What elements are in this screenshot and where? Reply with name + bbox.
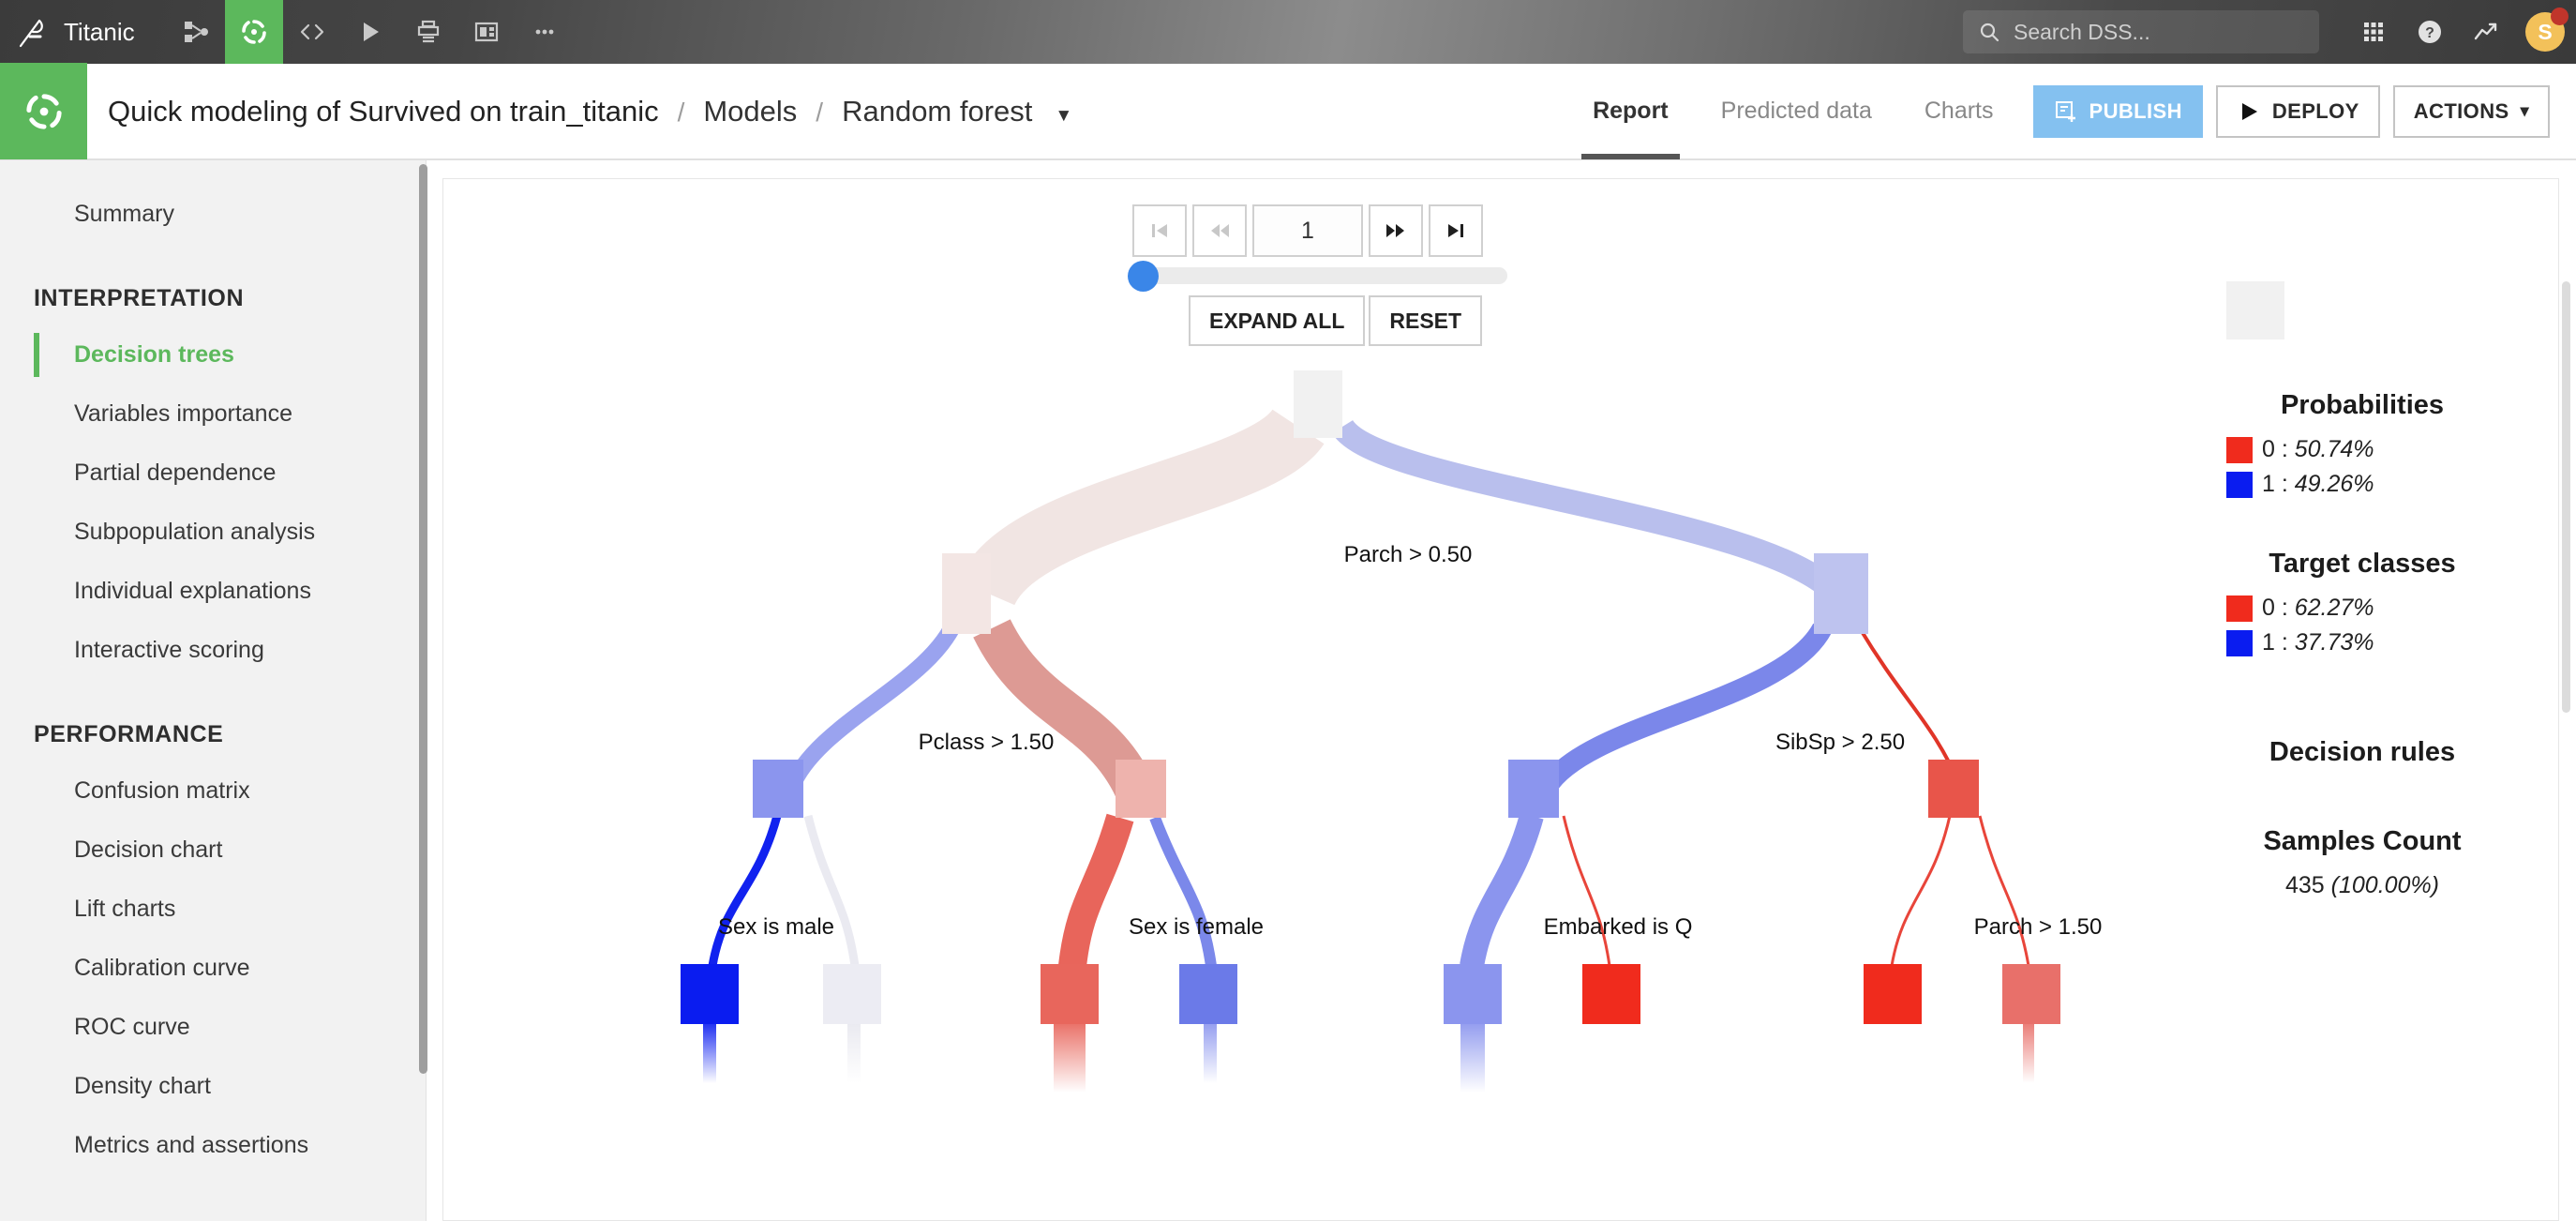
legend-target-class-1: 1 : 37.73% (2262, 629, 2374, 656)
content-scrollbar[interactable] (2562, 281, 2570, 713)
page-header: Quick modeling of Survived on train_tita… (0, 63, 2576, 160)
actions-label: ACTIONS (2413, 98, 2509, 123)
left-sidebar: Summary INTERPRETATION Decision trees Va… (0, 160, 427, 1221)
sidebar-item-confusion-matrix[interactable]: Confusion matrix (0, 761, 426, 821)
publish-icon (2055, 100, 2075, 122)
apps-grid-icon[interactable] (2345, 0, 2402, 64)
breadcrumb-separator-1: / (677, 97, 685, 127)
actions-button[interactable]: ACTIONS ▾ (2392, 84, 2550, 138)
deploy-button[interactable]: DEPLOY (2215, 84, 2380, 138)
tree-label-embarked-is-q: Embarked is Q (1543, 914, 1693, 940)
sidebar-item-summary[interactable]: Summary (0, 185, 426, 244)
automation-icon[interactable] (399, 0, 457, 64)
legend-decision-rules-title: Decision rules (2269, 737, 2456, 767)
sidebar-item-roc-curve[interactable]: ROC curve (0, 998, 426, 1057)
sidebar-group-interpretation: INTERPRETATION (34, 285, 245, 311)
tree-depth-slider-thumb[interactable] (1128, 261, 1159, 292)
tree-label-right-split: SibSp > 2.50 (1775, 730, 1906, 755)
publish-label: PUBLISH (2089, 98, 2182, 123)
chevron-down-icon[interactable]: ▼ (1055, 106, 1072, 127)
sidebar-item-decision-chart[interactable]: Decision chart (0, 821, 426, 880)
sidebar-item-calibration-curve[interactable]: Calibration curve (0, 939, 426, 998)
tree-page-input[interactable]: 1 (1252, 204, 1363, 257)
reset-button[interactable]: RESET (1369, 295, 1483, 346)
legend-chip-target-0 (2226, 595, 2253, 622)
sidebar-item-subpopulation-analysis[interactable]: Subpopulation analysis (0, 503, 426, 562)
search-icon (1980, 23, 1999, 42)
legend-probability-class-0: 0 : 50.74% (2262, 436, 2374, 462)
tree-legend: Probabilities 0 : 50.74% 1 : 49.26% Targ… (2208, 281, 2517, 899)
legend-samples-count-value: 435 (100.00%) (2284, 872, 2440, 898)
first-tree-button[interactable] (1132, 204, 1187, 257)
sidebar-scrollbar[interactable] (419, 164, 427, 1074)
tree-label-sex-is-female: Sex is female (1128, 914, 1265, 940)
last-tree-button[interactable] (1429, 204, 1483, 257)
previous-tree-button[interactable] (1192, 204, 1247, 257)
lab-logo-icon (0, 63, 87, 159)
legend-samples-count-title: Samples Count (2263, 826, 2462, 856)
sidebar-group-performance: PERFORMANCE (34, 721, 224, 747)
expand-all-button[interactable]: EXPAND ALL (1189, 295, 1366, 346)
dashboards-icon[interactable] (457, 0, 516, 64)
breadcrumb: Quick modeling of Survived on train_tita… (108, 95, 1072, 128)
publish-button[interactable]: PUBLISH (2032, 84, 2203, 138)
tree-action-buttons: EXPAND ALL RESET (1189, 295, 1483, 346)
legend-probabilities-title: Probabilities (2280, 390, 2445, 420)
legend-target-row-0: 0 : 62.27% (2226, 595, 2517, 622)
flow-icon[interactable] (167, 0, 225, 64)
tree-label-left-split: Pclass > 1.50 (918, 730, 1055, 755)
tree-pagination: 1 (1132, 204, 1483, 257)
legend-probability-row-1: 1 : 49.26% (2226, 471, 2517, 498)
top-navbar: Titanic Search DSS... ? S (0, 0, 2576, 64)
legend-target-row-1: 1 : 37.73% (2226, 629, 2517, 656)
legend-probability-row-0: 0 : 50.74% (2226, 436, 2517, 463)
sidebar-item-density-chart[interactable]: Density chart (0, 1057, 426, 1116)
tree-label-sex-is-male: Sex is male (717, 914, 835, 940)
legend-chip-class-0 (2226, 436, 2253, 463)
notification-badge (2551, 8, 2569, 25)
sidebar-item-individual-explanations[interactable]: Individual explanations (0, 562, 426, 621)
breadcrumb-separator-2: / (816, 97, 824, 127)
sidebar-item-lift-charts[interactable]: Lift charts (0, 880, 426, 939)
lab-icon[interactable] (224, 0, 283, 64)
sidebar-item-decision-trees[interactable]: Decision trees (0, 325, 426, 384)
legend-node-swatch (2226, 281, 2284, 339)
legend-chip-class-1 (2226, 471, 2253, 498)
dataiku-logo-icon[interactable] (0, 0, 64, 64)
avatar[interactable]: S (2514, 0, 2576, 64)
breadcrumb-root[interactable]: Quick modeling of Survived on train_tita… (108, 95, 659, 128)
more-icon[interactable] (516, 0, 574, 64)
tab-predicted-data[interactable]: Predicted data (1695, 63, 1898, 159)
breadcrumb-model[interactable]: Random forest (842, 95, 1032, 128)
search-input[interactable]: Search DSS... (1963, 10, 2319, 53)
tree-depth-slider-track[interactable] (1136, 267, 1507, 284)
chevron-down-icon: ▾ (2520, 101, 2529, 120)
sidebar-item-variables-importance[interactable]: Variables importance (0, 384, 426, 444)
help-icon[interactable]: ? (2402, 0, 2458, 64)
project-name[interactable]: Titanic (64, 18, 167, 47)
legend-probability-class-1: 1 : 49.26% (2262, 471, 2374, 497)
deploy-label: DEPLOY (2271, 98, 2359, 123)
legend-target-class-0: 0 : 62.27% (2262, 595, 2374, 621)
sidebar-item-interactive-scoring[interactable]: Interactive scoring (0, 621, 426, 680)
header-tabs: Report Predicted data Charts (1566, 63, 2019, 159)
legend-chip-target-1 (2226, 629, 2253, 656)
search-placeholder: Search DSS... (2014, 19, 2150, 44)
tab-charts[interactable]: Charts (1898, 63, 2020, 159)
trending-icon[interactable] (2458, 0, 2514, 64)
legend-target-classes-title: Target classes (2269, 549, 2456, 579)
sidebar-item-partial-dependence[interactable]: Partial dependence (0, 444, 426, 503)
svg-text:?: ? (2425, 25, 2434, 41)
tree-label-root-split: Parch > 0.50 (1343, 542, 1473, 567)
deploy-play-icon (2241, 102, 2257, 120)
breadcrumb-models[interactable]: Models (703, 95, 797, 128)
jobs-play-icon[interactable] (341, 0, 399, 64)
tab-report[interactable]: Report (1566, 63, 1695, 159)
tree-label-parch-gt-150: Parch > 1.50 (1973, 914, 2103, 940)
code-icon[interactable] (283, 0, 341, 64)
sidebar-item-metrics-and-assertions[interactable]: Metrics and assertions (0, 1116, 426, 1175)
next-tree-button[interactable] (1369, 204, 1423, 257)
